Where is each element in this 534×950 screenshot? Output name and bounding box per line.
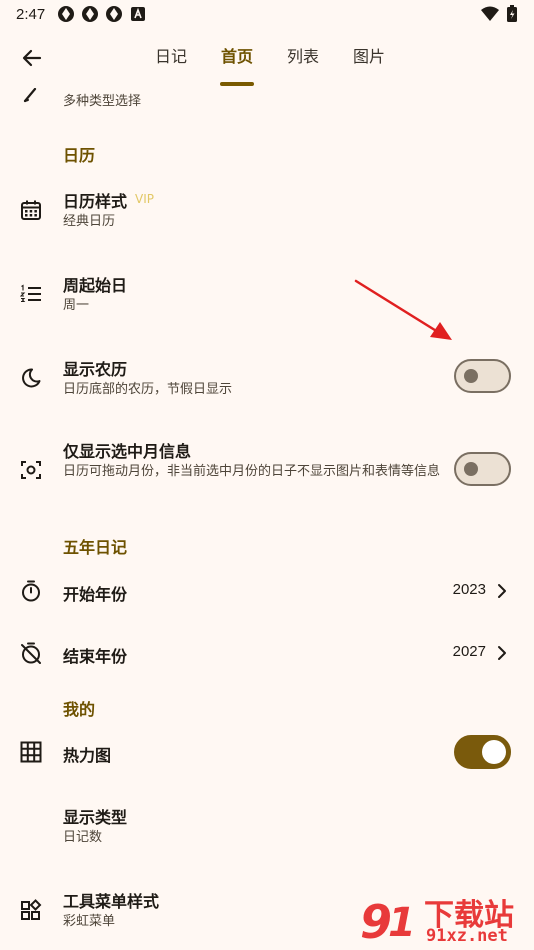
annotation-arrow <box>354 279 452 340</box>
watermark-url: 91xz.net <box>426 926 508 946</box>
svg-text:1: 1 <box>388 900 416 946</box>
watermark-logo: 9 1 下载站 91xz.net <box>358 890 530 949</box>
